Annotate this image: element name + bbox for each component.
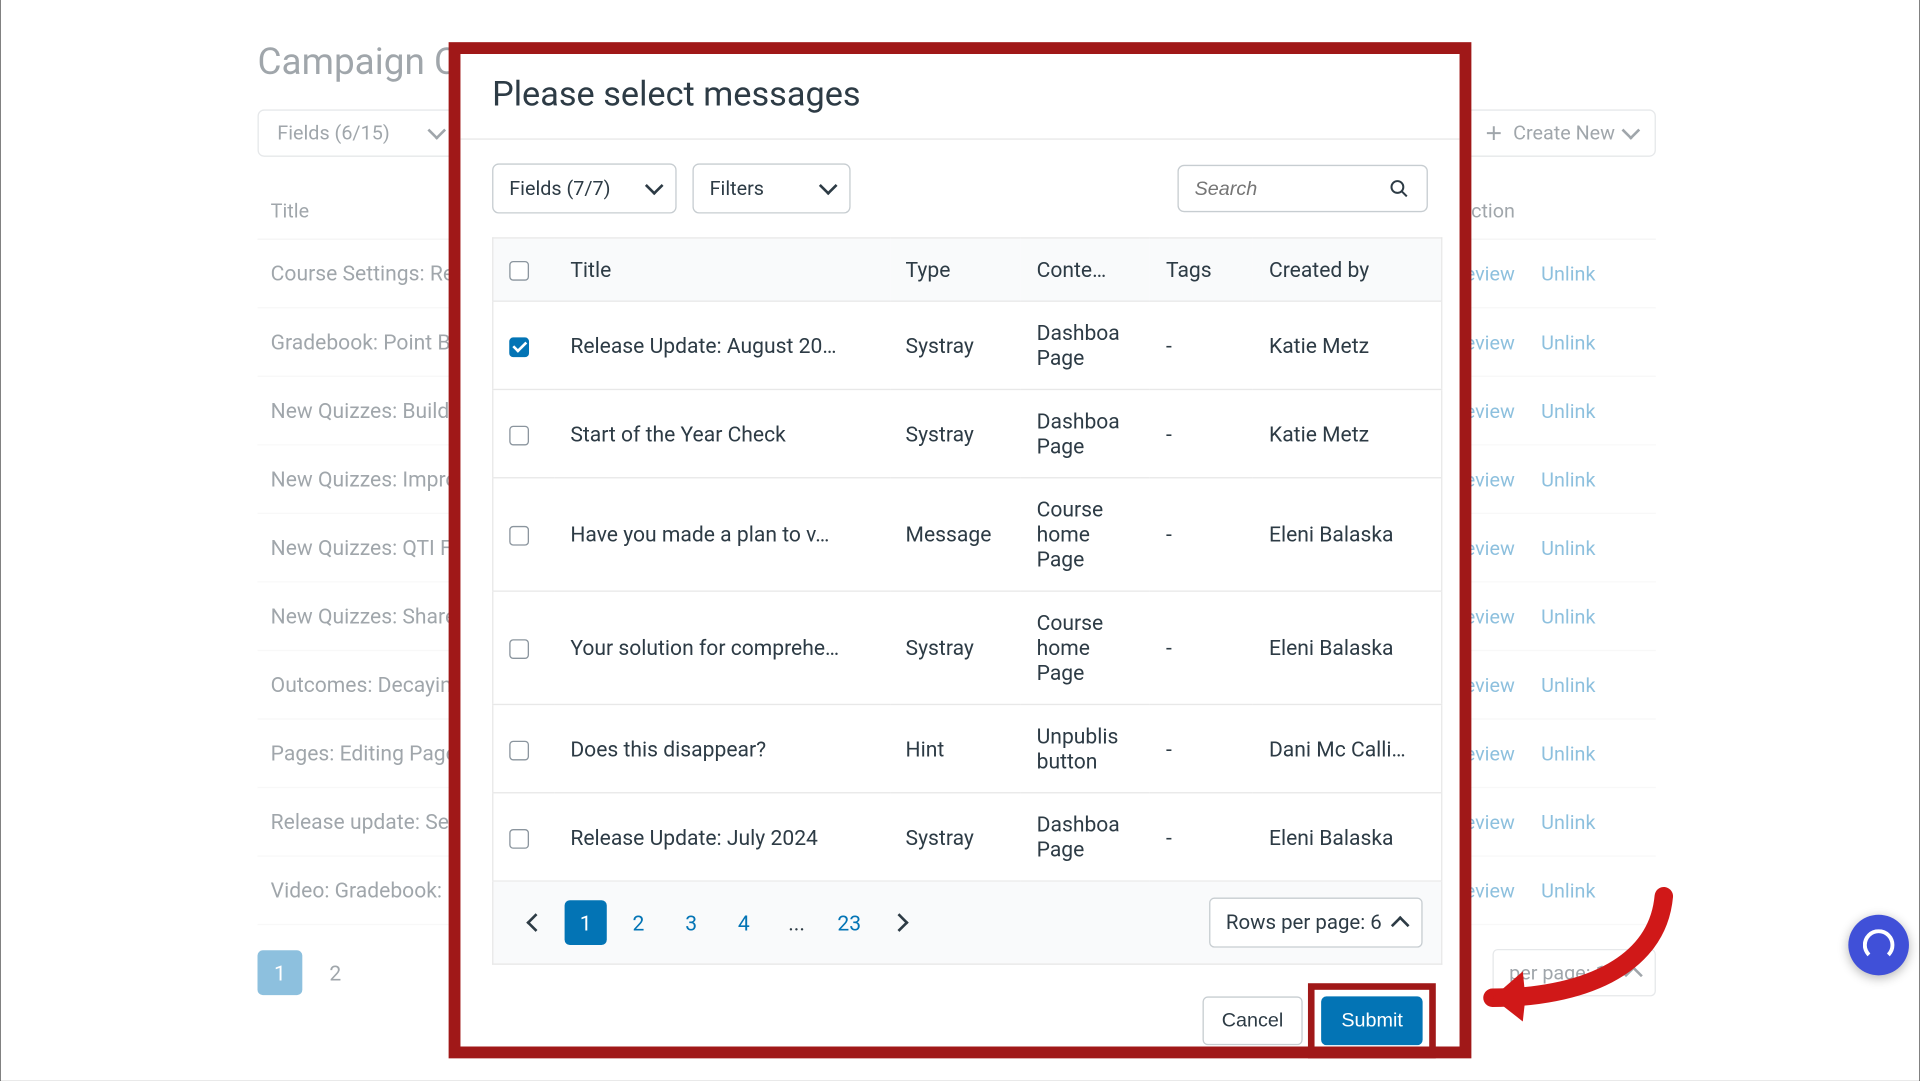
row-checkbox-cell[interactable] (493, 478, 555, 591)
row-created-by: Katie Metz (1253, 389, 1442, 477)
row-context: Course home Page (1021, 591, 1150, 704)
checkbox-icon (509, 261, 529, 281)
chevron-down-icon (646, 182, 659, 195)
col-title[interactable]: Title (555, 238, 890, 301)
row-created-by: Dani Mc Calli… (1253, 704, 1442, 792)
modal-controls: Fields (7/7) Filters (460, 140, 1459, 214)
table-row: Have you made a plan to v… Message Cours… (493, 478, 1442, 591)
checkbox-icon (509, 425, 529, 445)
col-context[interactable]: Conte… (1021, 238, 1150, 301)
pager-next[interactable] (881, 900, 923, 945)
row-context: Dashboa Page (1021, 389, 1150, 477)
table-row: Release Update: August 20… Systray Dashb… (493, 301, 1442, 389)
table-row: Does this disappear? Hint Unpublis butto… (493, 704, 1442, 792)
col-tags[interactable]: Tags (1150, 238, 1253, 301)
messages-table: Title Type Conte… Tags Created by Releas… (492, 237, 1442, 882)
row-created-by: Eleni Balaska (1253, 793, 1442, 881)
checkbox-icon (509, 526, 529, 546)
rpp-label: Rows per page: 6 (1226, 911, 1382, 935)
annotation-highlight-box: Please select messages Fields (7/7) Filt… (449, 42, 1472, 1058)
row-title: Release Update: August 20… (555, 301, 890, 389)
row-created-by: Katie Metz (1253, 301, 1442, 389)
row-context: Course home Page (1021, 478, 1150, 591)
chevron-left-icon (526, 916, 539, 929)
table-row: Your solution for comprehe… Systray Cour… (493, 591, 1442, 704)
chevron-right-icon (895, 916, 908, 929)
help-bubble-button[interactable] (1848, 915, 1909, 976)
col-created-by[interactable]: Created by (1253, 238, 1442, 301)
row-tags: - (1150, 704, 1253, 792)
modal-header: Please select messages (460, 54, 1459, 140)
rows-per-page-dropdown[interactable]: Rows per page: 6 (1209, 898, 1423, 948)
pager-page[interactable]: 1 (565, 900, 607, 945)
annotation-submit-highlight: Submit (1308, 983, 1435, 1058)
fields-dropdown[interactable]: Fields (7/7) (492, 163, 677, 213)
row-title: Have you made a plan to v… (555, 478, 890, 591)
row-type: Systray (890, 591, 1021, 704)
col-type[interactable]: Type (890, 238, 1021, 301)
search-icon (1387, 177, 1411, 201)
pager-page[interactable]: 2 (617, 900, 659, 945)
row-tags: - (1150, 478, 1253, 591)
submit-button[interactable]: Submit (1322, 996, 1423, 1045)
row-checkbox-cell[interactable] (493, 704, 555, 792)
modal-title: Please select messages (492, 75, 1428, 115)
row-checkbox-cell[interactable] (493, 793, 555, 881)
row-context: Unpublis button (1021, 704, 1150, 792)
checkbox-icon (509, 740, 529, 760)
filters-dropdown[interactable]: Filters (692, 163, 850, 213)
checkbox-icon (509, 640, 529, 660)
row-type: Systray (890, 793, 1021, 881)
row-type: Hint (890, 704, 1021, 792)
row-title: Start of the Year Check (555, 389, 890, 477)
modal-actions: Cancel Submit (460, 965, 1459, 1059)
filters-label: Filters (710, 177, 764, 201)
fields-label: Fields (7/7) (509, 177, 610, 201)
table-row: Start of the Year Check Systray Dashboa … (493, 389, 1442, 477)
row-checkbox-cell[interactable] (493, 591, 555, 704)
row-checkbox-cell[interactable] (493, 389, 555, 477)
chevron-up-icon (1392, 916, 1405, 929)
row-context: Dashboa Page (1021, 301, 1150, 389)
row-tags: - (1150, 793, 1253, 881)
row-created-by: Eleni Balaska (1253, 591, 1442, 704)
col-select-all[interactable] (493, 238, 555, 301)
row-checkbox-cell[interactable] (493, 301, 555, 389)
row-type: Systray (890, 301, 1021, 389)
checkbox-icon (509, 829, 529, 849)
row-context: Dashboa Page (1021, 793, 1150, 881)
checkbox-icon (509, 337, 529, 357)
pager-page[interactable]: 23 (828, 900, 870, 945)
cancel-button[interactable]: Cancel (1202, 996, 1303, 1045)
pager-prev[interactable] (512, 900, 554, 945)
modal-pagination: 1234...23 (512, 900, 923, 945)
search-input[interactable] (1195, 177, 1366, 199)
row-tags: - (1150, 389, 1253, 477)
search-input-wrapper[interactable] (1177, 165, 1427, 212)
pager-page[interactable]: 3 (670, 900, 712, 945)
modal-pagination-bar: 1234...23 Rows per page: 6 (492, 882, 1442, 965)
row-created-by: Eleni Balaska (1253, 478, 1442, 591)
row-title: Release Update: July 2024 (555, 793, 890, 881)
row-title: Your solution for comprehe… (555, 591, 890, 704)
pager-ellipsis: ... (775, 900, 817, 945)
row-type: Systray (890, 389, 1021, 477)
table-row: Release Update: July 2024 Systray Dashbo… (493, 793, 1442, 881)
select-messages-modal: Please select messages Fields (7/7) Filt… (460, 54, 1459, 1046)
row-tags: - (1150, 591, 1253, 704)
chevron-down-icon (820, 182, 833, 195)
pager-page[interactable]: 4 (723, 900, 765, 945)
row-type: Message (890, 478, 1021, 591)
row-tags: - (1150, 301, 1253, 389)
row-title: Does this disappear? (555, 704, 890, 792)
